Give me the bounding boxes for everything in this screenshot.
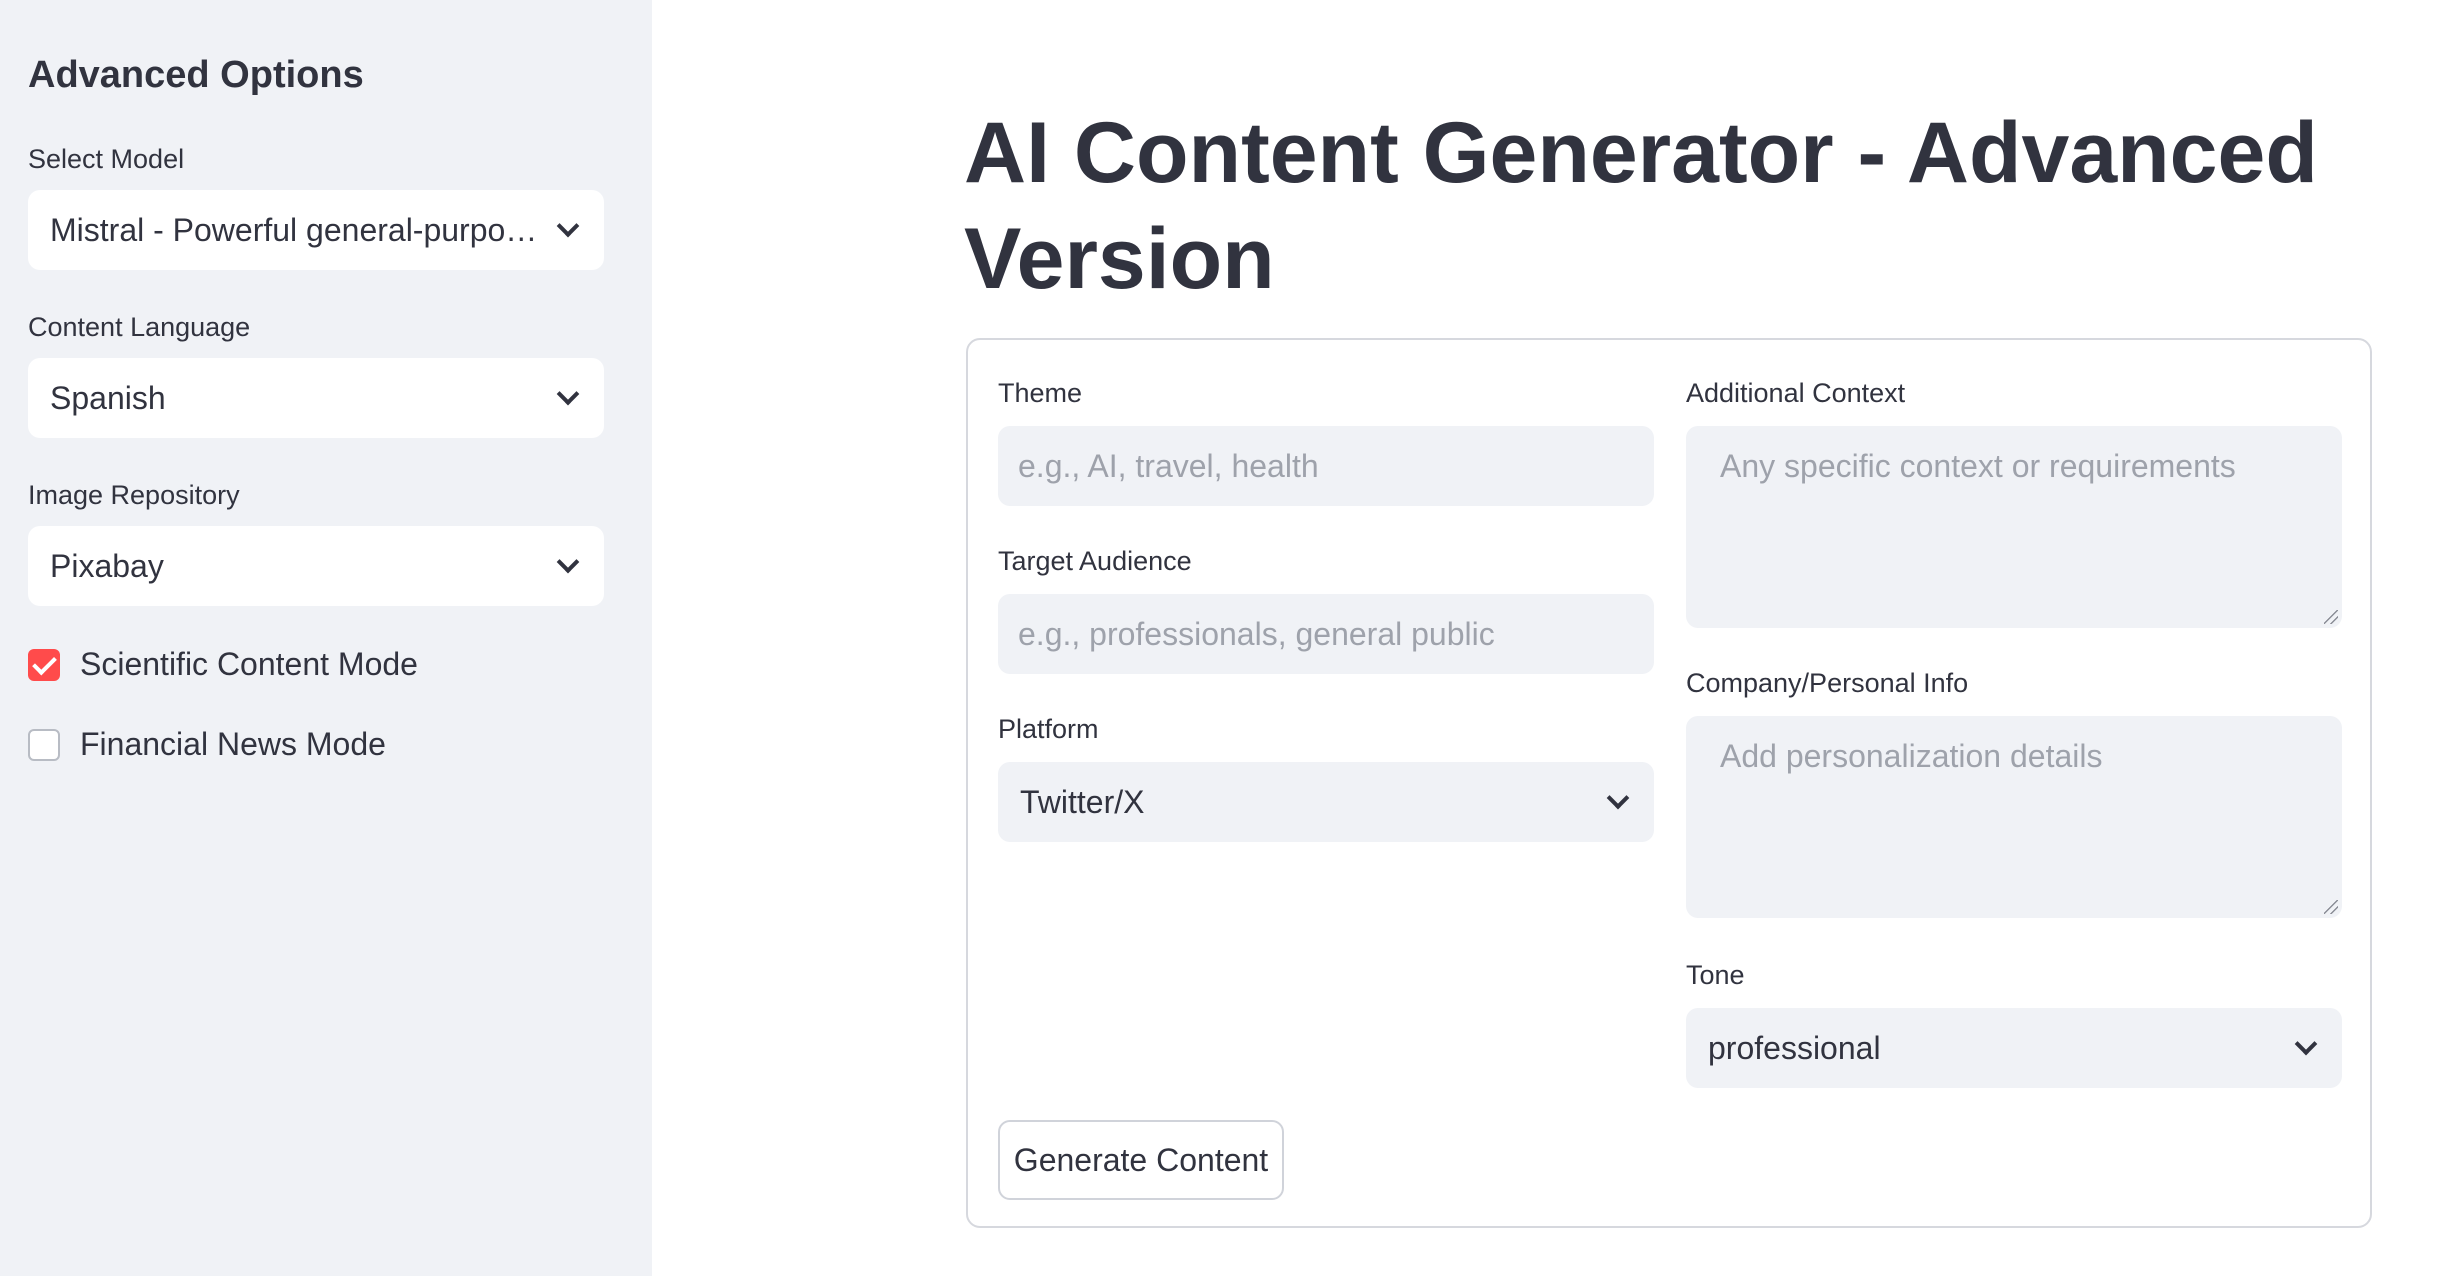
scientific-mode-label: Scientific Content Mode [80, 646, 418, 682]
additional-context-textarea[interactable] [1686, 426, 2342, 628]
app-root: Advanced Options Select Model Mistral - … [0, 0, 2464, 1276]
select-model-dropdown[interactable]: Mistral - Powerful general-purpose model [28, 190, 604, 270]
tone-dropdown[interactable]: professional [1686, 1008, 2342, 1088]
scientific-mode-checkbox[interactable]: Scientific Content Mode [28, 646, 418, 683]
select-model-label: Select Model [28, 144, 185, 174]
image-repository-value: Pixabay [50, 547, 164, 584]
checkbox-unchecked-icon[interactable] [28, 728, 60, 761]
content-language-dropdown[interactable]: Spanish [28, 358, 604, 438]
platform-dropdown[interactable]: Twitter/X [998, 762, 1654, 842]
platform-label: Platform [998, 714, 1099, 744]
target-audience-label: Target Audience [998, 546, 1192, 576]
financial-mode-checkbox[interactable]: Financial News Mode [28, 726, 386, 763]
select-model-value: Mistral - Powerful general-purpose model [50, 211, 544, 248]
image-repository-dropdown[interactable]: Pixabay [28, 526, 604, 606]
content-language-label: Content Language [28, 312, 251, 342]
checkbox-checked-icon[interactable] [28, 648, 60, 681]
image-repository-label: Image Repository [28, 480, 240, 510]
additional-context-label: Additional Context [1686, 378, 1906, 408]
platform-value: Twitter/X [1020, 783, 1145, 820]
resize-handle-icon[interactable] [2324, 900, 2338, 914]
chevron-down-icon [556, 214, 580, 238]
generate-content-button[interactable]: Generate Content [998, 1120, 1284, 1200]
page-title: AI Content Generator - Advanced Version [964, 105, 2318, 307]
company-info-textarea[interactable] [1686, 716, 2342, 918]
chevron-down-icon [1606, 786, 1630, 810]
sidebar: Advanced Options Select Model Mistral - … [0, 0, 652, 1276]
financial-mode-label: Financial News Mode [80, 726, 386, 762]
theme-input[interactable] [998, 426, 1654, 506]
company-info-label: Company/Personal Info [1686, 668, 1969, 698]
theme-label: Theme [998, 378, 1083, 408]
content-form: Theme Target Audience Platform Twitter/X… [966, 338, 2372, 1228]
tone-value: professional [1708, 1029, 1881, 1066]
target-audience-input[interactable] [998, 594, 1654, 674]
chevron-down-icon [556, 550, 580, 574]
sidebar-title: Advanced Options [28, 54, 364, 96]
chevron-down-icon [2294, 1032, 2318, 1056]
tone-label: Tone [1686, 960, 1745, 990]
resize-handle-icon[interactable] [2324, 610, 2338, 624]
chevron-down-icon [556, 382, 580, 406]
content-language-value: Spanish [50, 379, 166, 416]
